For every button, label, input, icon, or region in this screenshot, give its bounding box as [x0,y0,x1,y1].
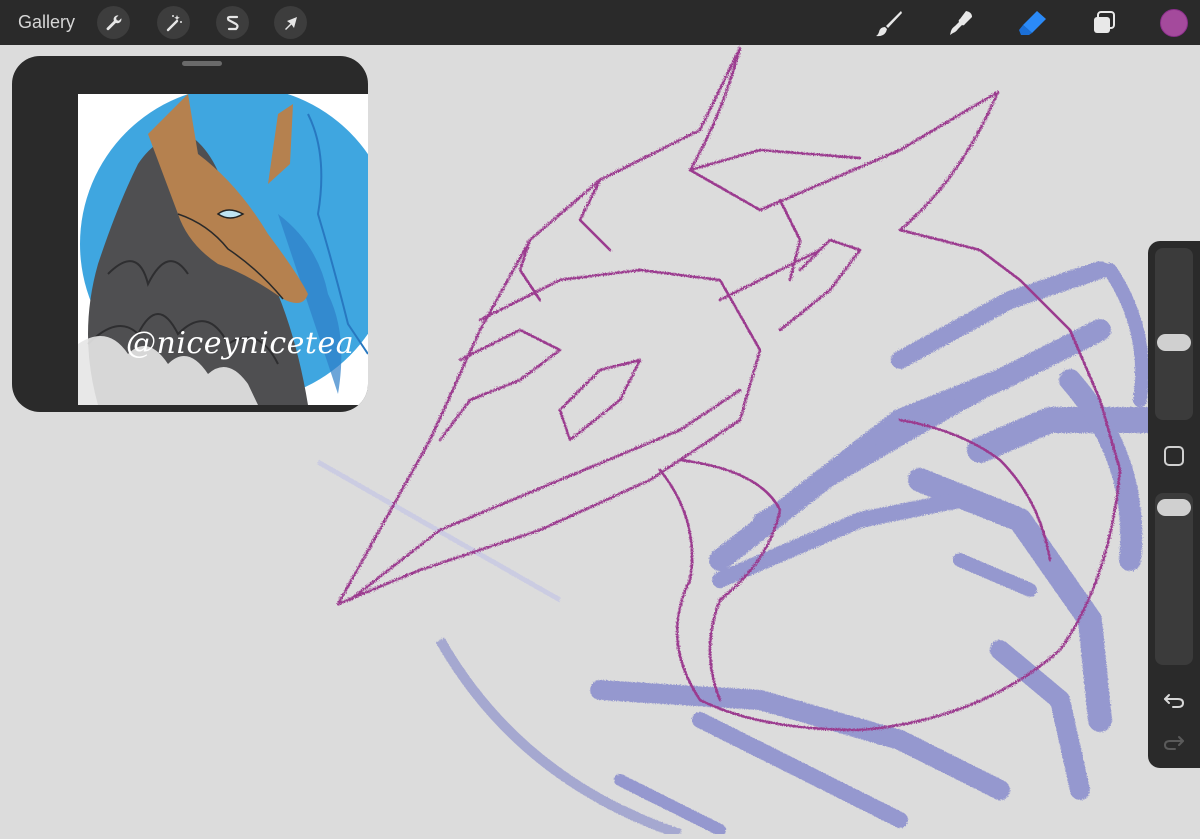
reference-window[interactable]: @niceynicetea [12,56,368,412]
opacity-slider[interactable] [1155,493,1193,665]
brush-sidebar [1148,241,1200,768]
reference-image: @niceynicetea [78,94,368,405]
reference-watermark: @niceynicetea [126,326,355,361]
reference-drag-handle[interactable] [182,61,222,66]
selection-s-icon[interactable] [216,6,249,39]
brush-size-thumb[interactable] [1157,334,1191,351]
redo-icon[interactable] [1161,729,1187,755]
brush-size-slider[interactable] [1155,248,1193,420]
smudge-icon[interactable] [944,6,978,40]
blue-sketch-layer [590,261,1163,836]
brush-icon[interactable] [872,6,906,40]
top-toolbar: Gallery [0,0,1200,45]
wrench-icon[interactable] [97,6,130,39]
eraser-icon[interactable] [1016,6,1050,40]
current-color-swatch[interactable] [1160,9,1188,37]
opacity-thumb[interactable] [1157,499,1191,516]
square-modifier-icon[interactable] [1164,446,1184,466]
magic-wand-icon[interactable] [157,6,190,39]
sketch-arc-stroke [435,637,682,839]
layers-icon[interactable] [1087,6,1121,40]
undo-icon[interactable] [1161,687,1187,713]
gallery-button[interactable]: Gallery [18,11,75,33]
arrow-cursor-icon[interactable] [274,6,307,39]
